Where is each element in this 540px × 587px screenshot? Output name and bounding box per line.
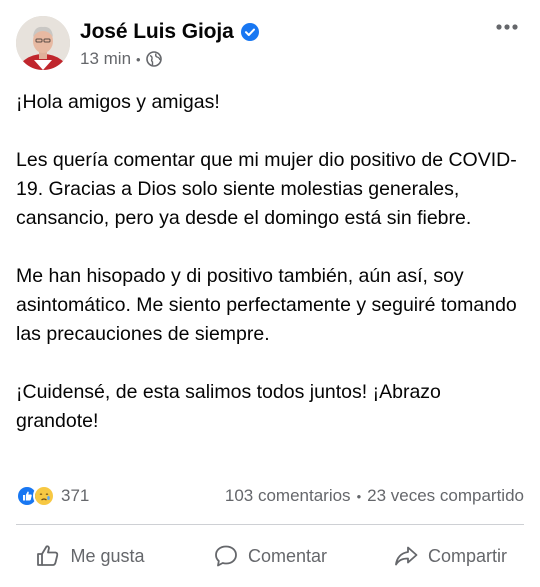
author-avatar[interactable]	[16, 16, 70, 70]
post-actions: Me gusta Comentar Compartir	[0, 530, 540, 582]
author-name[interactable]: José Luis Gioja	[80, 20, 234, 44]
share-button[interactable]: Compartir	[360, 534, 540, 578]
share-button-label: Compartir	[427, 545, 507, 566]
like-button-label: Me gusta	[70, 545, 145, 566]
actions-divider	[16, 524, 524, 525]
share-arrow-icon	[395, 546, 418, 566]
verified-badge-icon	[240, 23, 259, 41]
stats-separator: •	[356, 488, 362, 504]
comment-button[interactable]: Comentar	[180, 534, 360, 578]
like-button[interactable]: Me gusta	[0, 534, 180, 578]
reaction-count[interactable]: 371	[61, 486, 89, 506]
post-paragraph: Les quería comentar que mi mujer dio pos…	[16, 149, 517, 229]
post-paragraph: Me han hisopado y di positivo también, a…	[16, 265, 517, 345]
comments-count[interactable]: 103 comentarios	[225, 486, 351, 506]
facebook-post: José Luis Gioja 13 min • ¡Hola amigos y …	[0, 0, 540, 587]
post-body: ¡Hola amigos y amigas! Les quería coment…	[16, 88, 526, 436]
post-meta: 13 min •	[80, 48, 162, 70]
engagement-summary: 103 comentarios • 23 veces compartido	[225, 486, 524, 506]
post-timestamp[interactable]: 13 min	[80, 49, 131, 69]
more-options-icon[interactable]	[490, 14, 524, 40]
comment-button-label: Comentar	[247, 545, 328, 566]
care-reaction-icon	[33, 485, 55, 507]
post-paragraph: ¡Hola amigos y amigas!	[16, 91, 220, 113]
post-header: José Luis Gioja 13 min •	[16, 14, 524, 74]
author-row: José Luis Gioja	[80, 18, 259, 46]
reaction-icons[interactable]	[16, 485, 55, 507]
globe-icon[interactable]	[145, 51, 162, 67]
meta-separator: •	[136, 51, 141, 67]
post-stats: 371 103 comentarios • 23 veces compartid…	[16, 480, 524, 512]
comment-bubble-icon	[215, 545, 237, 567]
post-paragraph: ¡Cuidensé, de esta salimos todos juntos!…	[16, 381, 441, 432]
thumbs-up-icon	[37, 545, 59, 566]
shares-count[interactable]: 23 veces compartido	[367, 486, 524, 506]
